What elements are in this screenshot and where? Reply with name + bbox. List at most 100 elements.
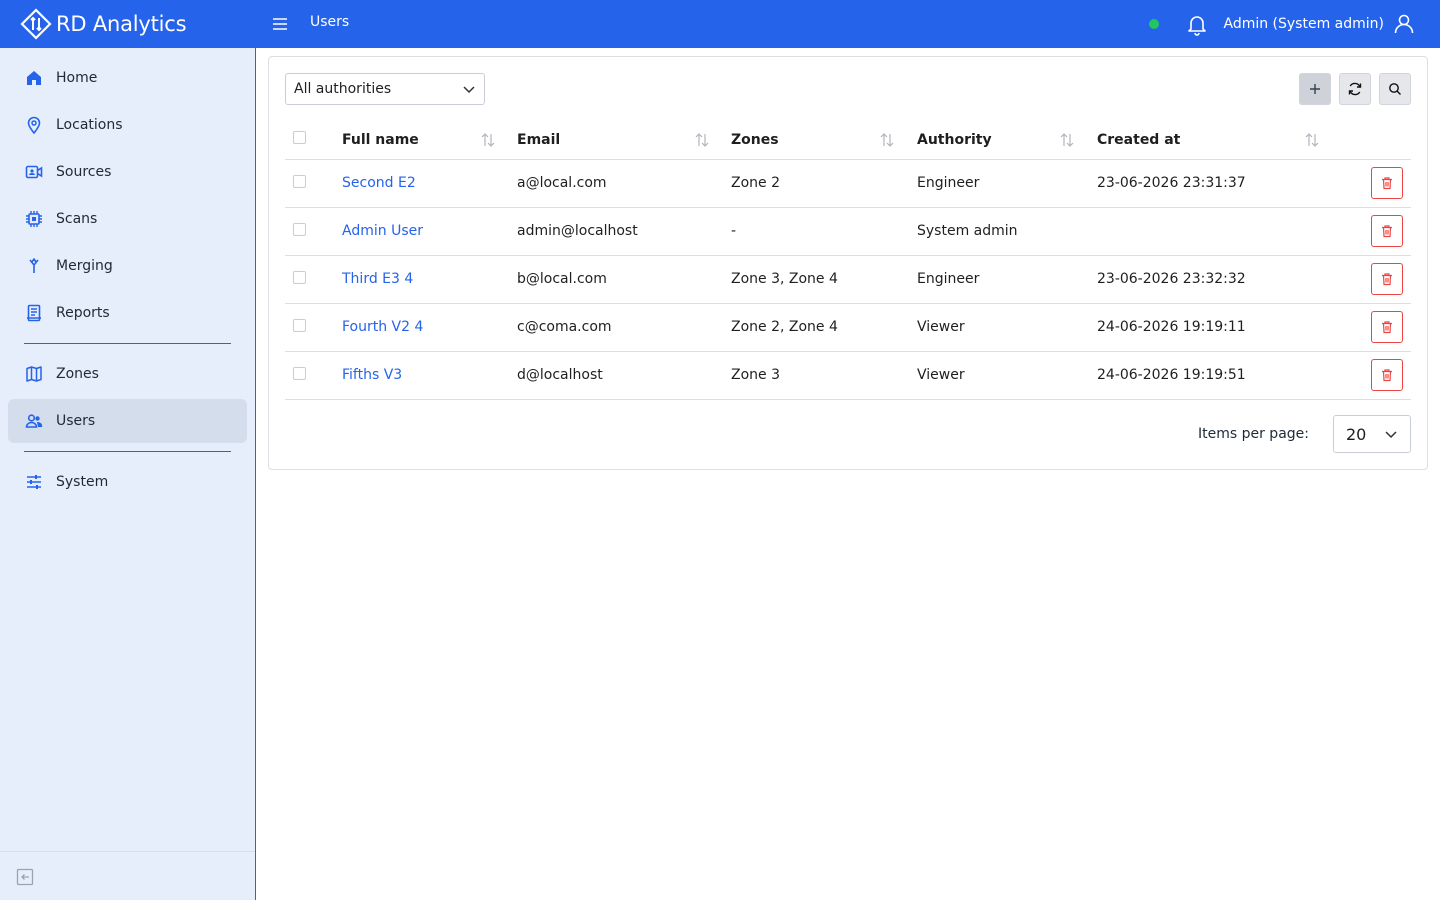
camera-icon	[24, 162, 44, 182]
user-icon[interactable]	[1392, 12, 1416, 36]
sidebar-item-label: Locations	[56, 117, 123, 133]
map-icon	[24, 364, 44, 384]
bell-icon[interactable]	[1185, 12, 1209, 36]
items-per-page-label: Items per page:	[1197, 426, 1309, 442]
user-zones: -	[731, 207, 917, 256]
sidebar-item-reports[interactable]: Reports	[8, 291, 247, 335]
sidebar-item-users[interactable]: Users	[8, 399, 247, 443]
plus-icon	[1310, 84, 1320, 94]
table-row: Admin User admin@localhost - System admi…	[285, 207, 1411, 256]
user-name[interactable]: Admin (System admin)	[1223, 16, 1384, 32]
user-zones: Zone 3	[731, 351, 917, 400]
column-created-at[interactable]: Created at	[1097, 121, 1337, 160]
chip-icon	[24, 209, 44, 229]
user-created-at: 23-06-2026 23:32:32	[1097, 255, 1337, 304]
table-header-row: Full name Email Zones Authority Created …	[285, 121, 1411, 160]
sidebar-item-label: Users	[56, 413, 96, 429]
sort-icon[interactable]	[694, 132, 710, 148]
user-created-at	[1097, 207, 1337, 256]
page-title: Users	[310, 14, 350, 30]
delete-button[interactable]	[1371, 359, 1403, 391]
top-bar: RD Analytics Users Admin (System admin)	[0, 0, 1440, 48]
add-user-button[interactable]	[1299, 73, 1331, 105]
delete-button[interactable]	[1371, 263, 1403, 295]
row-checkbox[interactable]	[293, 222, 306, 236]
chevron-down-icon	[1385, 431, 1397, 439]
row-checkbox[interactable]	[293, 318, 306, 332]
home-icon	[24, 68, 44, 88]
sort-icon[interactable]	[1304, 132, 1320, 148]
user-authority: System admin	[917, 207, 1097, 256]
search-button[interactable]	[1379, 73, 1411, 105]
row-checkbox[interactable]	[293, 366, 306, 380]
divider	[24, 451, 231, 452]
trash-icon	[1382, 177, 1392, 190]
sidebar-item-home[interactable]: Home	[8, 56, 247, 100]
sidebar-item-sources[interactable]: Sources	[8, 150, 247, 194]
select-all-cell	[285, 121, 342, 160]
row-checkbox[interactable]	[293, 174, 306, 188]
sort-icon[interactable]	[1059, 132, 1075, 148]
sidebar-item-label: Merging	[56, 258, 113, 274]
user-email: d@localhost	[517, 351, 731, 400]
trash-icon	[1382, 273, 1392, 286]
user-name-link[interactable]: Third E3 4	[342, 271, 413, 287]
items-per-page-value: 20	[1346, 424, 1367, 444]
collapse-sidebar-icon[interactable]	[16, 868, 34, 886]
authority-filter-value: All authorities	[294, 81, 392, 97]
users-card: All authorities Full name Email Zones Au…	[268, 56, 1428, 470]
brand-name: RD Analytics	[56, 12, 187, 36]
location-pin-icon	[24, 115, 44, 135]
user-name-link[interactable]: Fifths V3	[342, 367, 402, 383]
trash-icon	[1382, 369, 1392, 382]
column-header-label: Authority	[917, 131, 992, 148]
sidebar-item-merging[interactable]: Merging	[8, 244, 247, 288]
column-email[interactable]: Email	[517, 121, 731, 160]
table-row: Fourth V2 4 c@coma.com Zone 2, Zone 4 Vi…	[285, 303, 1411, 352]
delete-button[interactable]	[1371, 215, 1403, 247]
refresh-button[interactable]	[1339, 73, 1371, 105]
user-name-link[interactable]: Admin User	[342, 223, 423, 239]
user-name-link[interactable]: Second E2	[342, 175, 416, 191]
sort-icon[interactable]	[879, 132, 895, 148]
user-zones: Zone 3, Zone 4	[731, 255, 917, 304]
column-zones[interactable]: Zones	[731, 121, 917, 160]
table-row: Second E2 a@local.com Zone 2 Engineer 23…	[285, 159, 1411, 208]
items-per-page-select[interactable]: 20	[1333, 415, 1411, 453]
sidebar-item-label: System	[56, 474, 109, 490]
sidebar-item-label: Home	[56, 70, 98, 86]
brand[interactable]: RD Analytics	[0, 8, 256, 40]
sidebar-item-label: Scans	[56, 211, 98, 227]
users-table: Full name Email Zones Authority Created …	[285, 121, 1411, 400]
trash-icon	[1382, 321, 1392, 334]
user-authority: Engineer	[917, 159, 1097, 208]
sidebar-item-zones[interactable]: Zones	[8, 352, 247, 396]
column-full-name[interactable]: Full name	[342, 121, 517, 160]
authority-filter-select[interactable]: All authorities	[285, 73, 485, 105]
delete-button[interactable]	[1371, 167, 1403, 199]
column-authority[interactable]: Authority	[917, 121, 1097, 160]
sidebar-item-locations[interactable]: Locations	[8, 103, 247, 147]
menu-icon[interactable]	[270, 12, 290, 36]
sidebar-item-system[interactable]: System	[8, 460, 247, 504]
chevron-down-icon	[463, 86, 475, 94]
column-header-label: Full name	[342, 131, 419, 148]
delete-button[interactable]	[1371, 311, 1403, 343]
select-all-checkbox[interactable]	[293, 131, 306, 145]
user-authority: Viewer	[917, 303, 1097, 352]
sidebar-item-scans[interactable]: Scans	[8, 197, 247, 241]
sidebar: Home Locations Sources Scans Merging Rep…	[0, 48, 256, 900]
row-checkbox[interactable]	[293, 270, 306, 284]
users-icon	[24, 411, 44, 431]
search-icon	[1389, 83, 1401, 95]
user-email: c@coma.com	[517, 303, 731, 352]
user-email: a@local.com	[517, 159, 731, 208]
report-icon	[24, 303, 44, 323]
sidebar-item-label: Sources	[56, 164, 112, 180]
sort-icon[interactable]	[480, 132, 496, 148]
column-actions	[1337, 121, 1411, 160]
divider	[24, 343, 231, 344]
trash-icon	[1382, 225, 1392, 238]
user-name-link[interactable]: Fourth V2 4	[342, 319, 423, 335]
logo-icon	[20, 8, 52, 40]
